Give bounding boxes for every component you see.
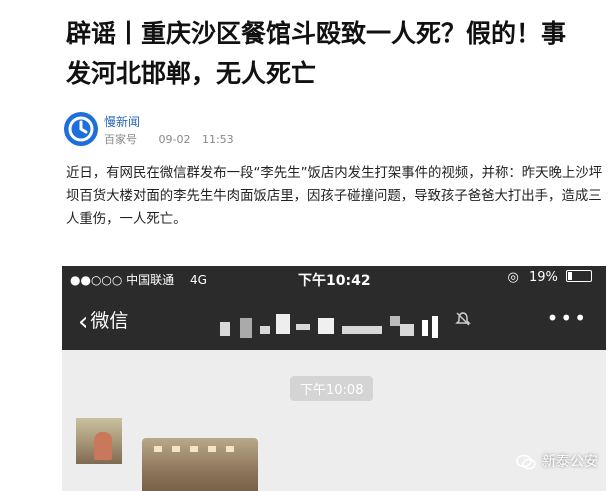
article-paragraph: 近日，有网民在微信群发布一段“李先生”饭店内发生打架事件的视频，并称：昨天晚上沙… [66, 166, 603, 227]
wechat-logo-icon [516, 454, 536, 470]
embedded-chat-screenshot: ●●○○○ 中国联通 4G 下午10:42 ◎ 19% ‹ 微信 ••• 下午1… [62, 266, 606, 491]
chevron-left-icon: ‹ [78, 307, 89, 337]
mute-icon [454, 310, 472, 332]
phone-status-bar: ●●○○○ 中国联通 4G 下午10:42 ◎ 19% [62, 266, 606, 292]
article-headline: 辟谣丨重庆沙区餐馆斗殴致一人死？假的！事发河北邯郸，无人死亡 [66, 19, 567, 88]
source-meta: 百家号 09-02 11:53 [104, 131, 252, 147]
back-label: 微信 [90, 310, 129, 332]
watermark-text: 新泰公安 [542, 454, 598, 470]
publish-time: 11:53 [201, 133, 234, 146]
source-name[interactable]: 慢新闻 [104, 113, 140, 130]
watermark: 新泰公安 [516, 451, 598, 471]
rotation-lock-icon: ◎ [507, 270, 519, 285]
source-logo-icon[interactable] [64, 112, 98, 146]
carrier-label: ●●○○○ 中国联通 [70, 273, 175, 287]
battery-percent: 19% [528, 270, 558, 285]
back-button[interactable]: ‹ 微信 [78, 306, 128, 337]
chat-timestamp: 下午10:08 [290, 376, 374, 401]
sender-avatar[interactable] [76, 418, 122, 464]
more-icon[interactable]: ••• [547, 306, 588, 330]
wechat-nav-bar: ‹ 微信 ••• [62, 292, 606, 350]
network-label: 4G [190, 273, 207, 287]
battery-icon [566, 270, 592, 282]
source-platform: 百家号 [104, 133, 137, 146]
publish-date: 09-02 [158, 133, 191, 146]
image-message[interactable] [142, 438, 258, 491]
status-time: 下午10:42 [298, 273, 371, 289]
